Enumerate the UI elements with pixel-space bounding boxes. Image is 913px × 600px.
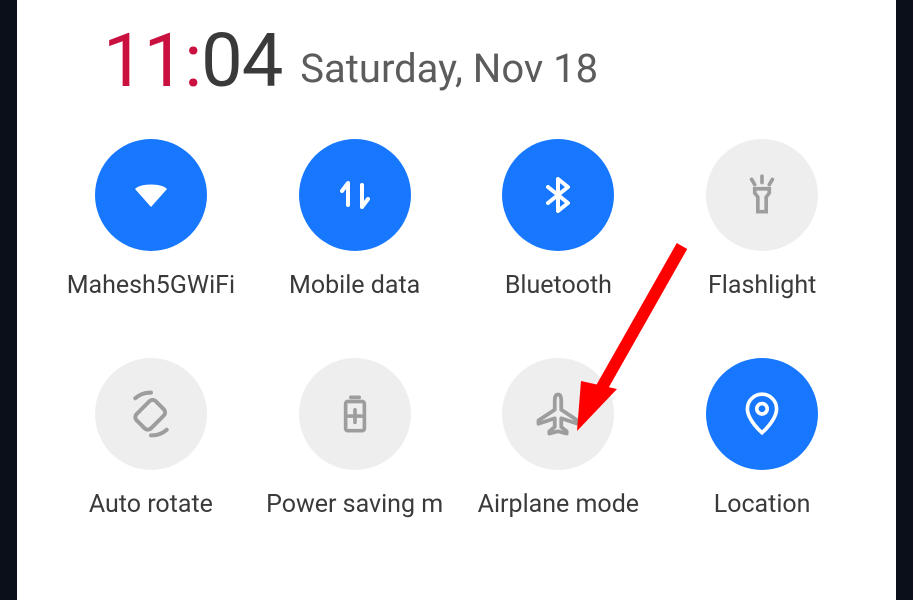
quick-settings-panel: 11:04 Saturday, Nov 18 Mahesh5GWiFi Mobi…	[17, 0, 896, 600]
auto-rotate-tile[interactable]: Auto rotate	[49, 358, 253, 519]
power-saving-tile[interactable]: Power saving m	[253, 358, 457, 519]
clock-colon: :	[184, 18, 201, 105]
power-saving-label: Power saving m	[266, 490, 443, 519]
flashlight-label: Flashlight	[708, 271, 816, 300]
bluetooth-tile[interactable]: Bluetooth	[457, 139, 661, 300]
airplane-mode-label: Airplane mode	[478, 490, 639, 519]
mobile-data-label: Mobile data	[289, 271, 420, 300]
mobile-data-tile[interactable]: Mobile data	[253, 139, 457, 300]
location-label: Location	[714, 490, 811, 519]
date-label: Saturday, Nov 18	[300, 45, 598, 92]
flashlight-icon	[706, 139, 818, 251]
mobile-data-icon	[299, 139, 411, 251]
auto-rotate-icon	[95, 358, 207, 470]
wifi-label: Mahesh5GWiFi	[67, 271, 235, 300]
wifi-icon	[95, 139, 207, 251]
location-pin-icon	[706, 358, 818, 470]
clock-minute: 04	[201, 18, 282, 105]
battery-plus-icon	[299, 358, 411, 470]
flashlight-tile[interactable]: Flashlight	[660, 139, 864, 300]
airplane-icon	[502, 358, 614, 470]
status-header: 11:04 Saturday, Nov 18	[17, 0, 896, 105]
location-tile[interactable]: Location	[660, 358, 864, 519]
clock-hour: 11	[103, 18, 184, 105]
wifi-tile[interactable]: Mahesh5GWiFi	[49, 139, 253, 300]
auto-rotate-label: Auto rotate	[89, 490, 213, 519]
airplane-mode-tile[interactable]: Airplane mode	[457, 358, 661, 519]
quick-tiles-grid: Mahesh5GWiFi Mobile data Bluetooth	[17, 105, 896, 519]
bluetooth-icon	[502, 139, 614, 251]
bluetooth-label: Bluetooth	[505, 271, 612, 300]
clock: 11:04	[103, 18, 282, 105]
